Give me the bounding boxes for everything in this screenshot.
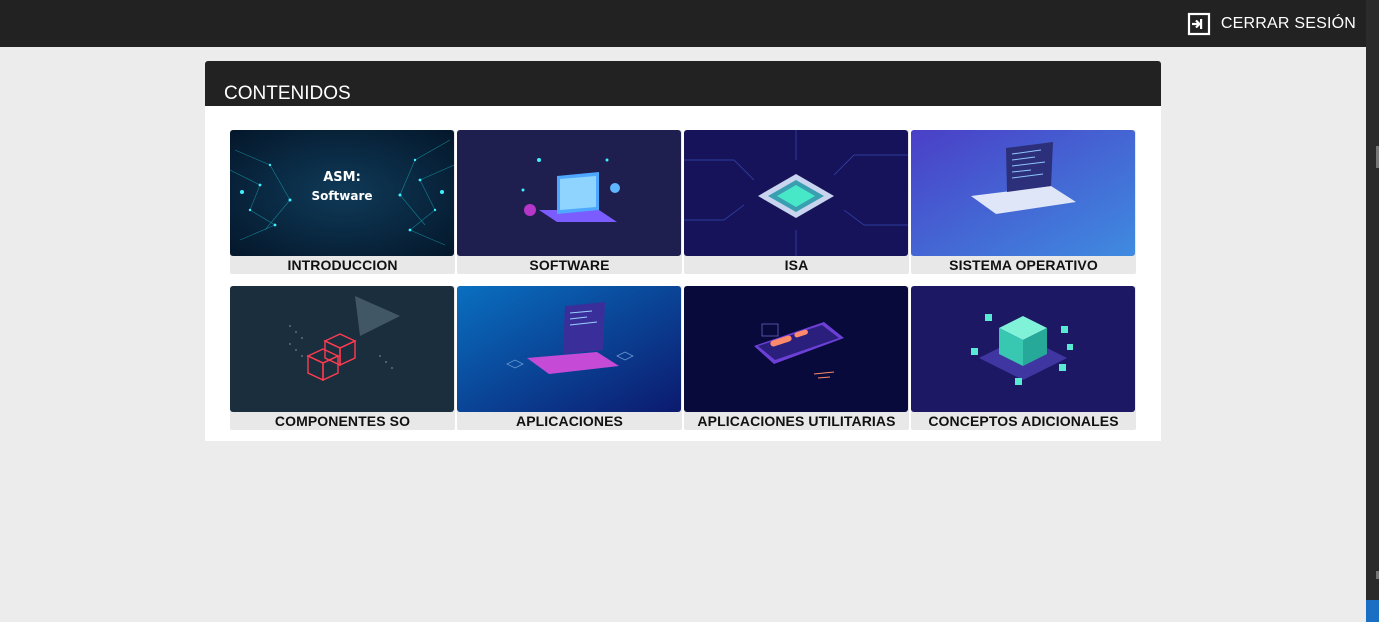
content-card-aplicaciones-utilitarias[interactable]: APLICACIONES UTILITARIAS — [684, 286, 909, 430]
cubes-projection-image — [230, 286, 454, 412]
cpu-chip-image — [684, 130, 908, 256]
card-label: SOFTWARE — [529, 257, 610, 273]
logout-icon — [1187, 12, 1211, 36]
content-card-componentes-so[interactable]: COMPONENTES SO — [230, 286, 455, 430]
laptop-code-image — [911, 130, 1135, 256]
circuit-network-image: ASM: Software — [230, 130, 454, 256]
content-card-aplicaciones[interactable]: APLICACIONES — [457, 286, 682, 430]
contents-grid: ASM: Software INTRODUCCION SOFTWARE ISA … — [230, 130, 1136, 430]
logout-label: CERRAR SESIÓN — [1220, 15, 1356, 32]
card-label: INTRODUCCION — [287, 257, 398, 273]
logout-button[interactable]: CERRAR SESIÓN — [1187, 9, 1356, 39]
isometric-laptop-image — [457, 130, 681, 256]
card-label: APLICACIONES UTILITARIAS — [697, 413, 896, 429]
card-label: SISTEMA OPERATIVO — [949, 257, 1098, 273]
laptop-app-image — [457, 286, 681, 412]
card-label: CONCEPTOS ADICIONALES — [928, 413, 1119, 429]
contents-panel-header: CONTENIDOS — [205, 61, 1161, 106]
content-card-sistema-operativo[interactable]: SISTEMA OPERATIVO — [911, 130, 1136, 274]
content-card-isa[interactable]: ISA — [684, 130, 909, 274]
top-navbar: CERRAR SESIÓN — [0, 0, 1366, 47]
contents-panel: ASM: Software INTRODUCCION SOFTWARE ISA … — [205, 106, 1161, 441]
panel-title: CONTENIDOS — [224, 83, 351, 104]
content-card-conceptos-adicionales[interactable]: CONCEPTOS ADICIONALES — [911, 286, 1136, 430]
card-label: APLICACIONES — [516, 413, 623, 429]
card-label: ISA — [784, 257, 809, 273]
content-card-software[interactable]: SOFTWARE — [457, 130, 682, 274]
card-label: COMPONENTES SO — [274, 413, 411, 429]
page-scrollbar[interactable] — [1366, 0, 1379, 622]
thumb-title-line1: ASM: — [323, 170, 361, 185]
content-card-introduccion[interactable]: ASM: Software INTRODUCCION — [230, 130, 455, 274]
thumb-title-line2: Software — [311, 189, 372, 203]
phone-app-image — [684, 286, 908, 412]
data-blocks-image — [911, 286, 1135, 412]
scrollbar-corner — [1366, 600, 1379, 622]
